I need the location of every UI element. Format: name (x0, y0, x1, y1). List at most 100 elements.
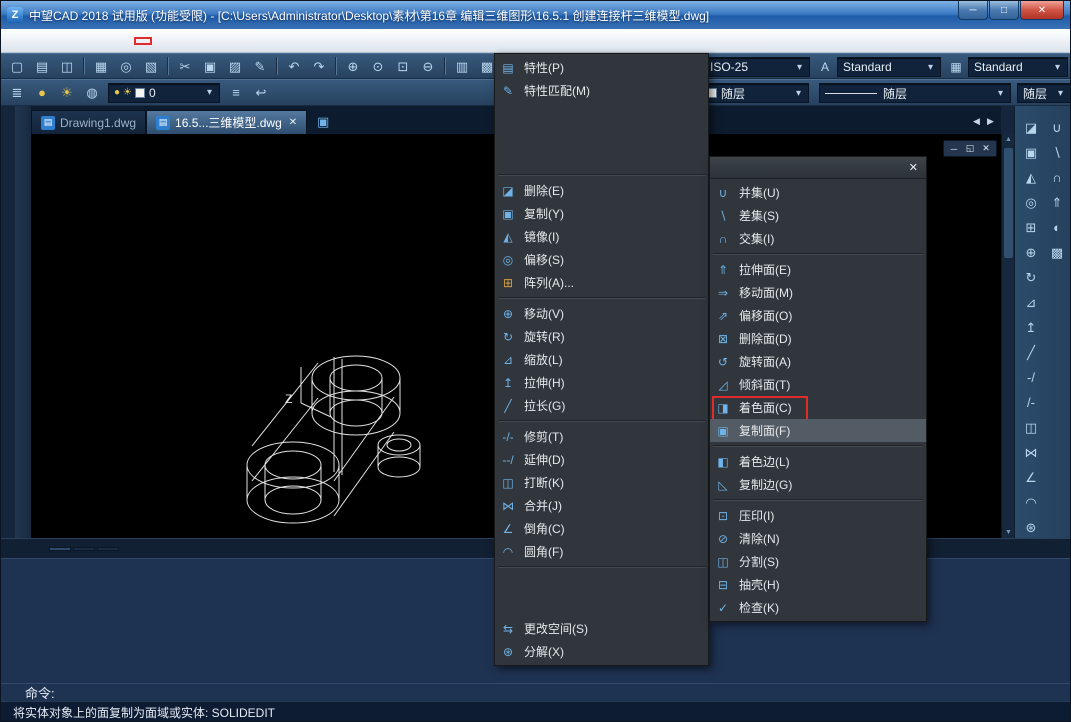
menu-bar-item[interactable] (7, 38, 23, 44)
toolbar-button[interactable]: ╱ (1020, 341, 1042, 363)
document-icon[interactable]: ▣ (315, 114, 331, 130)
menu-item[interactable]: ⋈ 合并(J) (495, 494, 708, 517)
toolbar-button[interactable]: ✂ (173, 55, 197, 77)
close-button[interactable]: ✕ (1020, 1, 1064, 20)
menu-item[interactable]: ▣ 复制面(F) (710, 419, 926, 442)
menu-bar-item[interactable] (87, 38, 103, 44)
doc-minimize-icon[interactable]: ─ (947, 142, 961, 155)
menu-item[interactable]: ▤ 特性(P) (495, 56, 708, 79)
menu-item[interactable]: ∖ 差集(S) (710, 204, 926, 227)
menu-item[interactable]: ╱ 拉长(G) (495, 394, 708, 417)
toolbar-button[interactable]: ∩ (1046, 166, 1068, 188)
menu-item[interactable]: ↻ 旋转(R) (495, 325, 708, 348)
toolbar-button[interactable]: ≣ (5, 82, 29, 104)
menu-item[interactable]: -/- 修剪(T) (495, 425, 708, 448)
menu-item[interactable]: ◿ 倾斜面(T) (710, 373, 926, 396)
toolbar-button[interactable]: ⊙ (366, 55, 390, 77)
menu-bar-item[interactable] (39, 38, 55, 44)
toolbar-button[interactable]: ▢ (5, 55, 29, 77)
menu-item[interactable]: ◧ 着色边(L) (710, 450, 926, 473)
toolbar-button[interactable]: ⊕ (341, 55, 365, 77)
toolbar-button[interactable]: ☀ (55, 82, 79, 104)
toolbar-button[interactable]: ◫ (1020, 416, 1042, 438)
tab-close-icon[interactable]: ✕ (287, 117, 297, 128)
menu-bar-item[interactable] (135, 38, 151, 44)
toolbar-button[interactable]: ⊕ (1020, 241, 1042, 263)
toolbar-button[interactable]: ◭ (1020, 166, 1042, 188)
toolbar-button[interactable]: ▨ (223, 55, 247, 77)
toolbar-button[interactable]: ↥ (1020, 316, 1042, 338)
menu-item[interactable]: ⊠ 删除面(D) (710, 327, 926, 350)
layer-select[interactable]: ● ☀ 0 (108, 83, 220, 103)
menu-item[interactable]: ◎ 偏移(S) (495, 248, 708, 271)
doc-close-icon[interactable]: ✕ (979, 142, 993, 155)
vertical-scrollbar[interactable] (1001, 134, 1014, 538)
toolbar-button[interactable]: ● (30, 82, 54, 104)
toolbar-button[interactable]: -/ (1020, 366, 1042, 388)
toolbar-button[interactable]: ∠ (1020, 466, 1042, 488)
menu-bar-item[interactable] (55, 38, 71, 44)
menu-item[interactable]: ◫ 分割(S) (710, 550, 926, 573)
menu-bar-item[interactable] (23, 38, 39, 44)
lineweight-select[interactable]: 随层 (1017, 83, 1071, 103)
color-control-select[interactable]: 随层 (701, 83, 809, 103)
toolbar-button[interactable]: ▩ (1046, 241, 1068, 263)
toolbar-button[interactable]: ↶ (282, 55, 306, 77)
layout-tab[interactable] (49, 547, 71, 551)
toolbar-button[interactable]: ⊞ (1020, 216, 1042, 238)
document-tab[interactable]: ▤ 16.5...三维模型.dwg ✕ (146, 110, 307, 134)
menu-item[interactable]: ↥ 拉伸(H) (495, 371, 708, 394)
toolbar-button[interactable]: ⋈ (1020, 441, 1042, 463)
toolbar-button[interactable]: ◪ (1020, 116, 1042, 138)
tab-scroll-left-icon[interactable]: ◀ (970, 114, 983, 128)
toolbar-button[interactable]: ◍ (80, 82, 104, 104)
scrollbar-thumb[interactable] (1004, 148, 1013, 258)
menu-bar-item[interactable] (103, 38, 119, 44)
menu-bar-item[interactable] (199, 38, 215, 44)
menu-bar-item[interactable] (119, 38, 135, 44)
toolbar-button[interactable]: ⊛ (1020, 516, 1042, 538)
menu-item[interactable]: ◠ 圆角(F) (495, 540, 708, 563)
toolbar-button[interactable]: ↩ (249, 82, 273, 104)
toolbar-button[interactable]: ↷ (307, 55, 331, 77)
menu-item[interactable]: ⇆ 更改空间(S) (495, 617, 708, 640)
close-icon[interactable]: ✕ (906, 161, 921, 174)
linetype-select[interactable]: 随层 (819, 83, 1011, 103)
titlebar[interactable]: Z 中望CAD 2018 试用版 (功能受限) - [C:\Users\Admi… (1, 1, 1070, 29)
maximize-button[interactable]: □ (989, 1, 1019, 20)
menu-item[interactable]: ⇑ 拉伸面(E) (710, 258, 926, 281)
toolbar-button[interactable]: ✎ (248, 55, 272, 77)
menu-bar-item[interactable] (151, 38, 167, 44)
text-style-select[interactable]: Standard (837, 57, 941, 77)
toolbar-button[interactable]: ▤ (30, 55, 54, 77)
menu-item[interactable]: ◨ 着色面(C) (710, 396, 926, 419)
menu-item[interactable]: ⊞ 阵列(A)... (495, 271, 708, 294)
toolbar-button[interactable]: ◐ (1046, 216, 1068, 238)
menu-item[interactable]: ⊡ 压印(I) (710, 504, 926, 527)
menu-item[interactable]: ∠ 倒角(C) (495, 517, 708, 540)
menu-item[interactable]: ⊛ 分解(X) (495, 640, 708, 663)
toolbar-button[interactable]: ≡ (224, 82, 248, 104)
toolbar-button[interactable]: ◎ (114, 55, 138, 77)
doc-restore-icon[interactable]: ◱ (963, 142, 977, 155)
menu-item[interactable]: ✎ 特性匹配(M) (495, 79, 708, 102)
menu-bar-item[interactable] (167, 38, 183, 44)
toolbar-button[interactable]: ⇑ (1046, 191, 1068, 213)
menu-item[interactable]: ⊿ 缩放(L) (495, 348, 708, 371)
toolbar-button[interactable]: ◫ (55, 55, 79, 77)
toolbar-button[interactable]: ▧ (139, 55, 163, 77)
minimize-button[interactable]: ─ (958, 1, 988, 20)
menu-item[interactable]: ◪ 删除(E) (495, 179, 708, 202)
menu-item[interactable]: ⇗ 偏移面(O) (710, 304, 926, 327)
layout-tab[interactable] (97, 547, 119, 551)
menu-item[interactable]: ◫ 打断(K) (495, 471, 708, 494)
menu-item[interactable]: ⊟ 抽壳(H) (710, 573, 926, 596)
toolbar-button[interactable]: ▣ (198, 55, 222, 77)
menu-item[interactable]: ↺ 旋转面(A) (710, 350, 926, 373)
layout-tab[interactable] (73, 547, 95, 551)
menu-item[interactable]: ∪ 并集(U) (710, 181, 926, 204)
table-style-select[interactable]: Standard (968, 57, 1068, 77)
toolbar-button[interactable]: ◎ (1020, 191, 1042, 213)
menu-item[interactable]: ▣ 复制(Y) (495, 202, 708, 225)
menu-item[interactable]: ⊘ 清除(N) (710, 527, 926, 550)
